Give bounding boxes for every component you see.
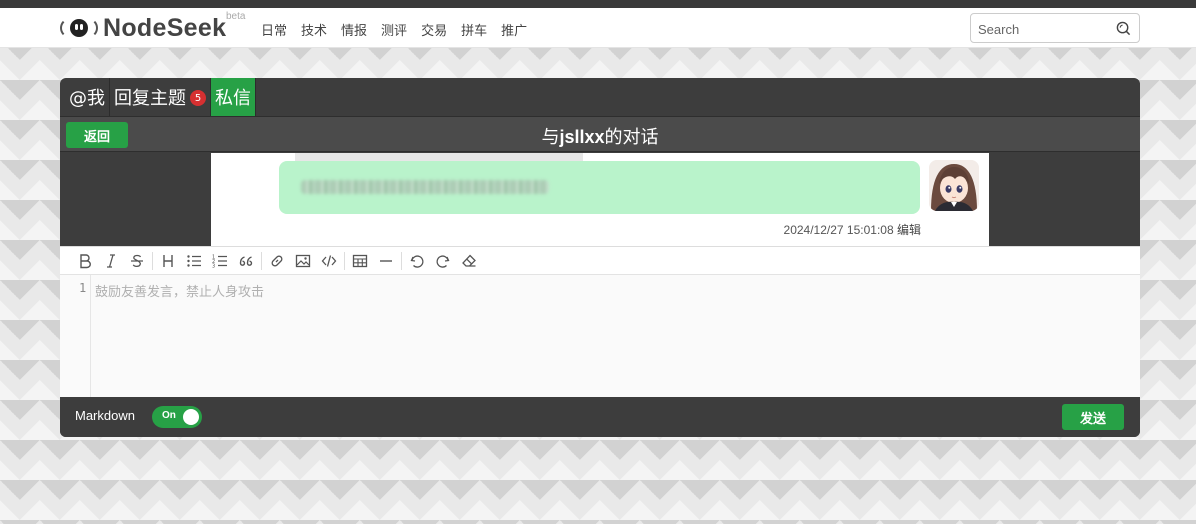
redo-button[interactable] xyxy=(430,250,456,272)
line-gutter: 1 xyxy=(60,275,91,397)
code-icon xyxy=(321,254,337,267)
nav-item-tech[interactable]: 技术 xyxy=(301,20,327,39)
main-nav: 日常 技术 情报 测评 交易 拼车 推广 xyxy=(261,20,527,39)
table-icon xyxy=(352,254,368,267)
ordered-list-button[interactable]: 123 xyxy=(207,250,233,272)
send-button[interactable]: 发送 xyxy=(1062,404,1124,430)
message-editor[interactable]: 1 鼓励友善发言，禁止人身攻击 xyxy=(60,275,1140,397)
unordered-list-icon xyxy=(187,254,201,267)
conversation-username: jsllxx xyxy=(559,127,605,147)
tab-private-messages[interactable]: 私信 xyxy=(211,78,256,116)
tab-replies-label: 回复主题 xyxy=(114,88,186,109)
toolbar-divider xyxy=(261,251,262,270)
toolbar-divider xyxy=(401,251,402,270)
quote-icon xyxy=(239,255,253,266)
markdown-label: Markdown xyxy=(75,408,135,423)
nav-item-promo[interactable]: 推广 xyxy=(501,20,527,39)
quote-button[interactable] xyxy=(233,250,259,272)
nav-item-carpool[interactable]: 拼车 xyxy=(461,20,487,39)
unread-badge: 5 xyxy=(190,90,206,106)
table-button[interactable] xyxy=(347,250,373,272)
code-button[interactable] xyxy=(316,250,342,272)
italic-button[interactable] xyxy=(98,250,124,272)
nodeseek-logo-icon xyxy=(60,15,98,41)
unordered-list-button[interactable] xyxy=(181,250,207,272)
editor-toolbar: 123 xyxy=(60,246,1140,275)
svg-text:3: 3 xyxy=(212,263,215,269)
title-prefix: 与 xyxy=(541,127,560,148)
horizontal-rule-button[interactable] xyxy=(373,250,399,272)
title-suffix: 的对话 xyxy=(604,127,659,148)
bold-button[interactable] xyxy=(72,250,98,272)
redo-icon xyxy=(436,254,450,268)
conversation-title: 与jsllxx的对话 xyxy=(60,123,1140,149)
nav-item-review[interactable]: 测评 xyxy=(381,20,407,39)
heading-button[interactable] xyxy=(155,250,181,272)
message-bubble xyxy=(279,161,920,214)
clear-format-button[interactable] xyxy=(456,250,482,272)
toolbar-divider xyxy=(152,251,153,270)
link-button[interactable] xyxy=(264,250,290,272)
tab-mentions-label: @我 xyxy=(69,88,105,109)
beta-tag: beta xyxy=(226,11,246,22)
avatar[interactable] xyxy=(929,160,979,211)
message-list[interactable]: 2024/12/27 15:01:08 编辑 xyxy=(211,153,989,246)
conversation-header: 与jsllxx的对话 返回 xyxy=(60,116,1140,152)
blurred-message-text xyxy=(301,180,549,194)
previous-message-edge xyxy=(295,153,583,161)
markdown-toggle[interactable]: On xyxy=(152,406,202,428)
editor-footer: Markdown On 发送 xyxy=(60,397,1140,437)
site-logo[interactable]: NodeSeek beta xyxy=(60,11,245,43)
edit-link[interactable]: 编辑 xyxy=(897,223,921,237)
notification-tabs: @我 回复主题 5 私信 xyxy=(60,78,256,116)
undo-icon xyxy=(410,254,424,268)
eraser-icon xyxy=(462,254,476,267)
back-button[interactable]: 返回 xyxy=(66,122,128,148)
nav-item-trade[interactable]: 交易 xyxy=(421,20,447,39)
search-input[interactable] xyxy=(978,20,1108,38)
message-panel: @我 回复主题 5 私信 与jsllxx的对话 返回 2024/12/27 15… xyxy=(60,78,1140,437)
toggle-state-label: On xyxy=(162,410,176,421)
strikethrough-button[interactable] xyxy=(124,250,150,272)
top-strip xyxy=(0,0,1196,8)
image-button[interactable] xyxy=(290,250,316,272)
tab-mentions[interactable]: @我 xyxy=(65,78,110,116)
link-icon xyxy=(271,255,283,266)
site-header: NodeSeek beta 日常 技术 情报 测评 交易 拼车 推广 xyxy=(0,8,1196,48)
bold-icon xyxy=(80,253,91,268)
message-meta: 2024/12/27 15:01:08 编辑 xyxy=(784,221,921,238)
nav-item-info[interactable]: 情报 xyxy=(341,20,367,39)
site-name: NodeSeek xyxy=(103,13,227,42)
horizontal-rule-icon xyxy=(380,259,392,262)
toggle-knob xyxy=(183,409,199,425)
undo-button[interactable] xyxy=(404,250,430,272)
search-icon[interactable] xyxy=(1116,21,1131,36)
strikethrough-icon xyxy=(131,254,143,267)
editor-placeholder: 鼓励友善发言，禁止人身攻击 xyxy=(95,285,265,300)
nav-item-daily[interactable]: 日常 xyxy=(261,20,287,39)
toolbar-divider xyxy=(344,251,345,270)
tab-private-messages-label: 私信 xyxy=(215,88,251,109)
message-timestamp: 2024/12/27 15:01:08 xyxy=(783,223,894,237)
tab-replies[interactable]: 回复主题 5 xyxy=(110,78,211,116)
heading-icon xyxy=(163,254,173,267)
line-number: 1 xyxy=(79,281,87,295)
anime-avatar-icon xyxy=(929,160,979,211)
ordered-list-icon: 123 xyxy=(212,254,227,269)
image-icon xyxy=(295,254,311,267)
italic-icon xyxy=(107,253,115,268)
search-box xyxy=(970,13,1140,43)
